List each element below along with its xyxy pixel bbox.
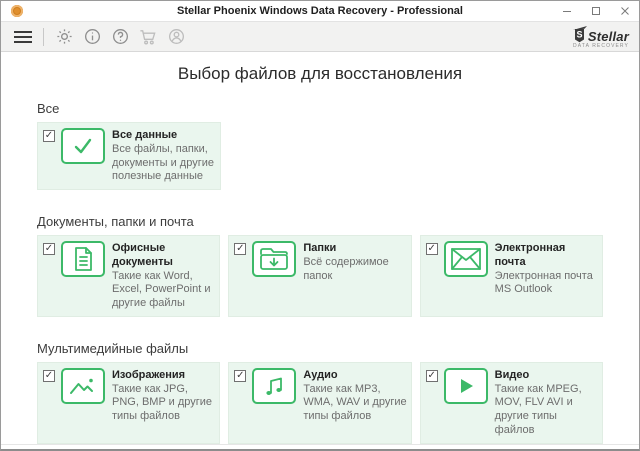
menu-icon[interactable]: [11, 25, 35, 49]
card-title: Аудио: [303, 368, 338, 381]
checkbox-folders[interactable]: ✓: [234, 243, 247, 255]
user-icon[interactable]: [164, 25, 188, 49]
checkbox-all-data[interactable]: ✓: [43, 130, 55, 142]
card-audio[interactable]: ✓ Аудио Такие как MP3, WMA, WAV и другие…: [228, 361, 412, 444]
help-icon[interactable]: [108, 25, 132, 49]
info-icon[interactable]: [80, 25, 104, 49]
card-description: Такие как MPEG, MOV, FLV AVI и другие ти…: [494, 382, 582, 436]
svg-text:S: S: [576, 29, 582, 39]
card-title: Видео: [494, 368, 530, 381]
card-description: Электронная почта MS Outlook: [494, 269, 593, 296]
card-description: Все файлы, папки, документы и другие пол…: [112, 142, 214, 183]
toolbar-divider: [43, 27, 44, 46]
card-all-data[interactable]: ✓ Все данные Все файлы, папки, документы…: [37, 122, 221, 190]
card-title: Офисные документы: [112, 242, 173, 268]
section-label: Все: [37, 101, 60, 116]
footer-bar: Далее: [1, 444, 639, 449]
video-play-icon: [443, 367, 488, 404]
checkbox-email[interactable]: ✓: [425, 243, 438, 255]
checkbox-office-documents[interactable]: ✓: [43, 243, 55, 255]
card-images[interactable]: ✓ Изображения Такие как JPG, PNG, BMP и …: [37, 361, 221, 444]
logo-name: Stellar: [587, 28, 629, 44]
section-documents: Документы, папки и почта ✓ Офисные докум…: [37, 214, 603, 317]
card-video[interactable]: ✓ Видео Такие как MPEG, MOV, FLV AVI и д…: [419, 361, 603, 444]
checkbox-video[interactable]: ✓: [425, 369, 438, 382]
stellar-badge-icon: S: [572, 25, 587, 42]
main-content: Выбор файлов для восстановления Все ✓ Вс…: [1, 52, 639, 445]
card-description: Такие как MP3, WMA, WAV и другие типы фа…: [303, 382, 407, 423]
window-title: Stellar Phoenix Windows Data Recovery - …: [177, 5, 463, 17]
logo-tagline: DATA RECOVERY: [573, 42, 629, 49]
card-email[interactable]: ✓ Электронная почта Электронная почта MS…: [419, 235, 603, 317]
checkbox-audio[interactable]: ✓: [234, 369, 247, 382]
card-description: Всё содержимое папок: [303, 255, 389, 282]
page-title: Выбор файлов для восстановления: [177, 64, 463, 83]
card-title: Папки: [303, 242, 337, 254]
section-label: Документы, папки и почта: [37, 214, 194, 229]
card-description: Такие как JPG, PNG, BMP и другие типы фа…: [112, 382, 213, 423]
folder-icon: [252, 241, 297, 277]
app-window: Stellar Phoenix Windows Data Recovery - …: [0, 0, 640, 451]
image-icon: [61, 367, 105, 404]
toolbar: S Stellar DATA RECOVERY: [1, 21, 639, 52]
cart-icon[interactable]: [136, 25, 160, 49]
check-icon: [61, 128, 105, 164]
titlebar: Stellar Phoenix Windows Data Recovery - …: [1, 1, 639, 21]
card-folders[interactable]: ✓ Папки Всё содержимое папок: [228, 235, 412, 317]
section-all: Все ✓ Все данные Все файлы, папки, докум…: [37, 101, 603, 190]
card-title: Все данные: [112, 129, 178, 141]
card-title: Изображения: [112, 368, 186, 381]
stellar-logo: S Stellar DATA RECOVERY: [572, 25, 629, 49]
audio-icon: [252, 367, 297, 404]
section-multimedia: Мультимедийные файлы ✓ Изображения Такие…: [37, 341, 603, 444]
card-description: Такие как Word, Excel, PowerPoint и друг…: [112, 269, 211, 310]
document-icon: [61, 241, 105, 277]
section-label: Мультимедийные файлы: [37, 340, 189, 356]
settings-gear-icon[interactable]: [52, 25, 76, 49]
checkbox-images[interactable]: ✓: [43, 369, 55, 382]
card-office-documents[interactable]: ✓ Офисные документы Такие как Word, Exce…: [37, 235, 221, 317]
email-icon: [443, 241, 488, 277]
card-title: Электронная почта: [494, 242, 566, 268]
